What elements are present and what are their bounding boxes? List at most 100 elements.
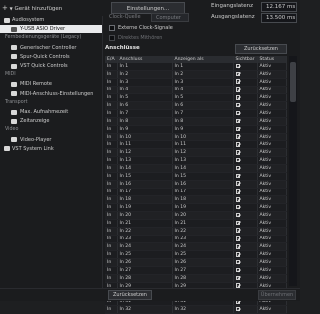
cell-display-as[interactable]: In 21 bbox=[172, 219, 234, 228]
cell-display-as[interactable]: In 5 bbox=[172, 93, 234, 103]
cell-display-as[interactable]: In 22 bbox=[172, 227, 234, 236]
cell-display-as[interactable]: In 3 bbox=[172, 78, 234, 87]
table-row[interactable]: In In 22 In 22 Aktiv bbox=[105, 227, 287, 236]
sidebar-item[interactable]: Audiosystem bbox=[0, 16, 102, 24]
table-row[interactable]: In In 18 In 18 Aktiv bbox=[105, 195, 287, 205]
visible-checkbox[interactable] bbox=[235, 173, 240, 179]
cell-display-as[interactable]: In 14 bbox=[172, 164, 234, 173]
add-device-button[interactable]: + ▼ Gerät hinzufügen bbox=[2, 2, 100, 14]
visible-checkbox[interactable] bbox=[235, 87, 240, 92]
visible-checkbox[interactable] bbox=[235, 165, 240, 171]
visible-checkbox[interactable] bbox=[235, 220, 240, 226]
table-row[interactable]: In In 16 In 16 Aktiv bbox=[105, 180, 287, 189]
clock-source-select[interactable]: Computer bbox=[151, 13, 189, 22]
visible-checkbox[interactable] bbox=[235, 71, 240, 77]
cell-display-as[interactable]: In 1 bbox=[172, 63, 234, 71]
table-row[interactable]: In In 6 In 6 Aktiv bbox=[105, 101, 287, 111]
table-row[interactable]: In In 9 In 9 Aktiv bbox=[105, 125, 287, 134]
visible-checkbox[interactable] bbox=[235, 63, 240, 69]
sidebar-item[interactable]: MIDI Remote bbox=[0, 80, 102, 88]
visible-checkbox[interactable] bbox=[235, 275, 240, 281]
reset-bottom-button[interactable]: Zurücksetzen bbox=[108, 290, 152, 300]
table-row[interactable]: In In 25 In 25 Aktiv bbox=[105, 250, 287, 260]
cell-display-as[interactable]: In 7 bbox=[172, 109, 234, 118]
cell-display-as[interactable]: In 20 bbox=[172, 211, 234, 220]
sidebar-item[interactable]: Spur-Quick Controls bbox=[0, 53, 102, 61]
table-scrollbar[interactable] bbox=[289, 56, 297, 286]
table-row[interactable]: In In 13 In 13 Aktiv bbox=[105, 156, 287, 165]
cell-display-as[interactable]: In 9 bbox=[172, 125, 234, 134]
cell-display-as[interactable]: In 15 bbox=[172, 172, 234, 181]
col-port[interactable]: Anschluss bbox=[117, 56, 173, 63]
visible-checkbox[interactable] bbox=[235, 126, 240, 132]
visible-checkbox[interactable] bbox=[235, 244, 240, 249]
sidebar-item[interactable]: Video-Player bbox=[0, 136, 102, 144]
visible-checkbox[interactable] bbox=[235, 212, 240, 218]
sidebar-item[interactable]: VST System Link bbox=[0, 145, 102, 153]
col-io[interactable]: E/A bbox=[105, 56, 118, 63]
cell-display-as[interactable]: In 18 bbox=[172, 195, 234, 205]
table-row[interactable]: In In 4 In 4 Aktiv bbox=[105, 86, 287, 95]
cell-display-as[interactable]: In 8 bbox=[172, 117, 234, 126]
table-row[interactable]: In In 32 In 32 Aktiv bbox=[105, 305, 287, 314]
sidebar-item[interactable]: Y-USB ASIO Driver bbox=[0, 25, 102, 34]
table-row[interactable]: In In 20 In 20 Aktiv bbox=[105, 211, 287, 220]
sidebar-item[interactable]: Zeitanzeige bbox=[0, 117, 102, 125]
cell-display-as[interactable]: In 19 bbox=[172, 203, 234, 213]
table-row[interactable]: In In 24 In 24 Aktiv bbox=[105, 242, 287, 252]
visible-checkbox[interactable] bbox=[235, 252, 240, 257]
table-row[interactable]: In In 3 In 3 Aktiv bbox=[105, 78, 287, 87]
table-row[interactable]: In In 21 In 21 Aktiv bbox=[105, 219, 287, 228]
visible-checkbox[interactable] bbox=[235, 228, 240, 233]
table-row[interactable]: In In 15 In 15 Aktiv bbox=[105, 172, 287, 181]
table-row[interactable]: In In 10 In 10 Aktiv bbox=[105, 133, 287, 142]
sidebar-item[interactable]: MIDI-Anschluss-Einstellungen bbox=[0, 90, 102, 98]
direct-monitoring-checkbox[interactable] bbox=[109, 35, 115, 41]
visible-checkbox[interactable] bbox=[235, 306, 240, 312]
cell-display-as[interactable]: In 17 bbox=[172, 188, 234, 197]
cell-display-as[interactable]: In 2 bbox=[172, 70, 234, 79]
cell-display-as[interactable]: In 25 bbox=[172, 250, 234, 260]
visible-checkbox[interactable] bbox=[235, 157, 240, 163]
cell-display-as[interactable]: In 16 bbox=[172, 180, 234, 189]
cell-display-as[interactable]: In 4 bbox=[172, 86, 234, 95]
visible-checkbox[interactable] bbox=[235, 118, 240, 124]
table-row[interactable]: In In 26 In 26 Aktiv bbox=[105, 258, 287, 267]
cell-display-as[interactable]: In 26 bbox=[172, 258, 234, 267]
table-row[interactable]: In In 2 In 2 Aktiv bbox=[105, 70, 287, 79]
visible-checkbox[interactable] bbox=[235, 236, 240, 241]
cell-display-as[interactable]: In 6 bbox=[172, 101, 234, 111]
external-clock-checkbox[interactable] bbox=[109, 25, 115, 31]
visible-checkbox[interactable] bbox=[235, 267, 240, 273]
cell-display-as[interactable]: In 10 bbox=[172, 133, 234, 142]
sidebar-item[interactable]: VST Quick Controls bbox=[0, 62, 102, 70]
visible-checkbox[interactable] bbox=[235, 79, 240, 84]
col-display-as[interactable]: Anzeigen als bbox=[172, 56, 234, 63]
visible-checkbox[interactable] bbox=[235, 181, 240, 186]
table-row[interactable]: In In 11 In 11 Aktiv bbox=[105, 140, 287, 150]
table-row[interactable]: In In 7 In 7 Aktiv bbox=[105, 109, 287, 118]
visible-checkbox[interactable] bbox=[235, 150, 240, 155]
cell-display-as[interactable]: In 13 bbox=[172, 156, 234, 165]
table-row[interactable]: In In 17 In 17 Aktiv bbox=[105, 188, 287, 197]
visible-checkbox[interactable] bbox=[235, 102, 240, 108]
cell-display-as[interactable]: In 27 bbox=[172, 266, 234, 275]
apply-button[interactable]: Übernehmen bbox=[258, 290, 296, 300]
cell-display-as[interactable]: In 24 bbox=[172, 242, 234, 252]
sidebar-item[interactable]: Max. Aufnahmezeit bbox=[0, 108, 102, 116]
visible-checkbox[interactable] bbox=[235, 142, 240, 147]
cell-display-as[interactable]: In 12 bbox=[172, 148, 234, 158]
cell-display-as[interactable]: In 28 bbox=[172, 274, 234, 283]
visible-checkbox[interactable] bbox=[235, 204, 240, 210]
col-visible[interactable]: Sichtbar bbox=[233, 56, 258, 63]
visible-checkbox[interactable] bbox=[235, 95, 240, 100]
table-row[interactable]: In In 5 In 5 Aktiv bbox=[105, 93, 287, 103]
table-row[interactable]: In In 27 In 27 Aktiv bbox=[105, 266, 287, 275]
scrollbar-thumb[interactable] bbox=[290, 62, 296, 102]
visible-checkbox[interactable] bbox=[235, 110, 240, 116]
table-row[interactable]: In In 12 In 12 Aktiv bbox=[105, 148, 287, 158]
table-row[interactable]: In In 19 In 19 Aktiv bbox=[105, 203, 287, 213]
visible-checkbox[interactable] bbox=[235, 259, 240, 265]
table-row[interactable]: In In 28 In 28 Aktiv bbox=[105, 274, 287, 283]
table-row[interactable]: In In 8 In 8 Aktiv bbox=[105, 117, 287, 126]
